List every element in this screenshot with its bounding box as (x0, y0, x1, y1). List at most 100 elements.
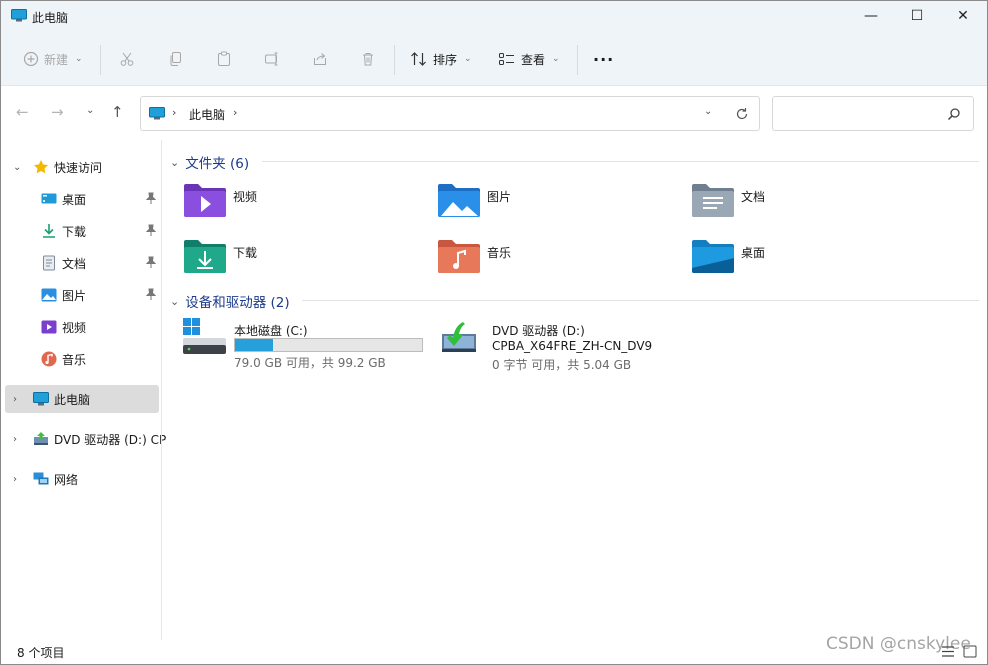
expand-chevron-right-icon[interactable]: › (13, 394, 17, 405)
expand-chevron-right-icon[interactable]: › (13, 474, 17, 485)
new-button[interactable]: 新建 ⌄ (23, 47, 83, 71)
chevron-down-icon: ⌄ (75, 54, 83, 64)
desktop-folder-icon (692, 240, 734, 273)
delete-icon[interactable] (360, 51, 376, 67)
search-icon[interactable] (947, 107, 961, 121)
drive-name: 本地磁盘 (C:) (234, 324, 308, 338)
rename-icon[interactable] (264, 51, 280, 67)
view-label: 查看 (521, 52, 546, 67)
document-folder-icon (692, 184, 734, 217)
up-arrow-icon[interactable]: ↑ (111, 103, 124, 121)
sidebar-item-videos[interactable]: 视频 (5, 313, 159, 341)
search-input[interactable] (772, 96, 974, 131)
close-button[interactable]: ✕ (940, 1, 986, 31)
divider (100, 45, 101, 75)
sidebar-item-this-pc[interactable]: › 此电脑 (5, 385, 159, 413)
sidebar-item-label: 桌面 (62, 192, 87, 207)
sidebar-item-music[interactable]: 音乐 (5, 345, 159, 373)
copy-icon[interactable] (168, 51, 184, 67)
breadcrumb-this-pc[interactable]: 此电脑 (189, 106, 225, 123)
sidebar-item-label: 图片 (62, 288, 87, 303)
drive-usage-bar (234, 338, 423, 352)
content-pane: ⌄ 文件夹 (6) 视频 图片 文档 下载 音乐 桌面 ⌄ 设备和驱动器 (2)… (162, 140, 987, 640)
drive-name: DVD 驱动器 (D:) (492, 324, 585, 338)
minimize-icon: — (864, 8, 878, 24)
navigation-pane: ⌄ 快速访问 桌面 下载 文档 图片 视频 音乐 › 此电脑 › DVD 驱动器… (1, 140, 166, 640)
pin-icon[interactable] (145, 256, 157, 269)
folder-label: 视频 (233, 190, 258, 204)
view-icon (499, 53, 514, 65)
minimize-button[interactable]: — (848, 1, 894, 31)
breadcrumb-separator-icon[interactable]: › (233, 106, 237, 119)
back-arrow-icon[interactable]: ← (16, 103, 29, 121)
dvd-drive-icon (442, 322, 476, 352)
sort-button[interactable]: 排序 ⌄ (410, 47, 472, 71)
devices-header-label: 设备和驱动器 (2) (185, 295, 290, 311)
download-folder-icon (184, 240, 226, 273)
folders-section-header[interactable]: ⌄ 文件夹 (6) (170, 152, 249, 173)
folder-item-desktop[interactable]: 桌面 (691, 238, 931, 282)
maximize-icon: ☐ (910, 8, 924, 24)
collapse-chevron-icon[interactable]: ⌄ (170, 156, 179, 169)
sidebar-item-label: 文档 (62, 256, 87, 271)
sidebar-item-label: 此电脑 (54, 392, 91, 407)
forward-arrow-icon[interactable]: → (51, 103, 64, 121)
drive-item-c[interactable]: 本地磁盘 (C:) 79.0 GB 可用，共 99.2 GB (183, 318, 428, 378)
this-pc-icon (149, 107, 165, 120)
sidebar-item-pictures[interactable]: 图片 (5, 281, 159, 309)
pin-icon[interactable] (145, 192, 157, 205)
picture-folder-icon (438, 184, 480, 217)
section-divider (262, 161, 979, 162)
navigation-bar: ← → ⌄ ↑ › 此电脑 › ⌄ (1, 86, 987, 140)
paste-icon[interactable] (216, 51, 232, 67)
sidebar-item-desktop[interactable]: 桌面 (5, 185, 159, 213)
devices-section-header[interactable]: ⌄ 设备和驱动器 (2) (170, 291, 290, 312)
desktop-icon (41, 193, 57, 204)
collapse-chevron-icon[interactable]: ⌄ (170, 295, 179, 308)
sidebar-item-label: DVD 驱动器 (D:) CP (54, 432, 167, 447)
folder-label: 文档 (741, 190, 766, 204)
this-pc-icon (33, 392, 49, 406)
folder-item-music[interactable]: 音乐 (437, 238, 677, 282)
music-folder-icon (438, 240, 480, 273)
sidebar-item-quick-access[interactable]: ⌄ 快速访问 (5, 153, 159, 181)
music-icon (41, 351, 57, 367)
share-icon[interactable] (312, 51, 328, 67)
maximize-button[interactable]: ☐ (894, 1, 940, 31)
sidebar-item-dvd-drive[interactable]: › DVD 驱动器 (D:) CP (5, 425, 166, 453)
sidebar-item-downloads[interactable]: 下载 (5, 217, 159, 245)
recent-locations-chevron-icon[interactable]: ⌄ (86, 105, 94, 116)
chevron-down-icon: ⌄ (552, 54, 560, 64)
new-label: 新建 (44, 52, 69, 67)
expand-chevron-right-icon[interactable]: › (13, 434, 17, 445)
more-button[interactable]: ··· (593, 47, 614, 71)
folder-label: 音乐 (487, 246, 512, 260)
drive-item-d[interactable]: DVD 驱动器 (D:) CPBA_X64FRE_ZH-CN_DV9 0 字节 … (441, 318, 686, 378)
sidebar-item-label: 音乐 (62, 352, 87, 367)
sidebar-item-network[interactable]: › 网络 (5, 465, 159, 493)
folder-item-pictures[interactable]: 图片 (437, 182, 677, 226)
section-divider (302, 300, 979, 301)
dvd-drive-icon (34, 432, 48, 445)
address-history-chevron-icon[interactable]: ⌄ (704, 106, 712, 117)
breadcrumb-separator-icon[interactable]: › (172, 106, 176, 119)
address-bar[interactable]: › 此电脑 › ⌄ (140, 96, 760, 131)
cut-icon[interactable] (119, 51, 135, 67)
windows-drive-icon (183, 318, 226, 354)
folder-item-documents[interactable]: 文档 (691, 182, 931, 226)
watermark-text: CSDN @cnskylee (826, 634, 971, 654)
sidebar-item-label: 网络 (54, 472, 79, 487)
sidebar-item-documents[interactable]: 文档 (5, 249, 159, 277)
folder-item-videos[interactable]: 视频 (183, 182, 423, 226)
expand-chevron-down-icon[interactable]: ⌄ (13, 162, 21, 173)
pin-icon[interactable] (145, 224, 157, 237)
folder-item-downloads[interactable]: 下载 (183, 238, 423, 282)
title-bar[interactable]: 此电脑 — ☐ ✕ (1, 1, 987, 33)
view-button[interactable]: 查看 ⌄ (498, 47, 560, 71)
sort-icon (411, 52, 426, 66)
chevron-down-icon: ⌄ (464, 54, 472, 64)
drive-free-space: 79.0 GB 可用，共 99.2 GB (234, 356, 386, 370)
refresh-icon[interactable] (735, 107, 749, 121)
network-icon (33, 472, 49, 485)
pin-icon[interactable] (145, 288, 157, 301)
